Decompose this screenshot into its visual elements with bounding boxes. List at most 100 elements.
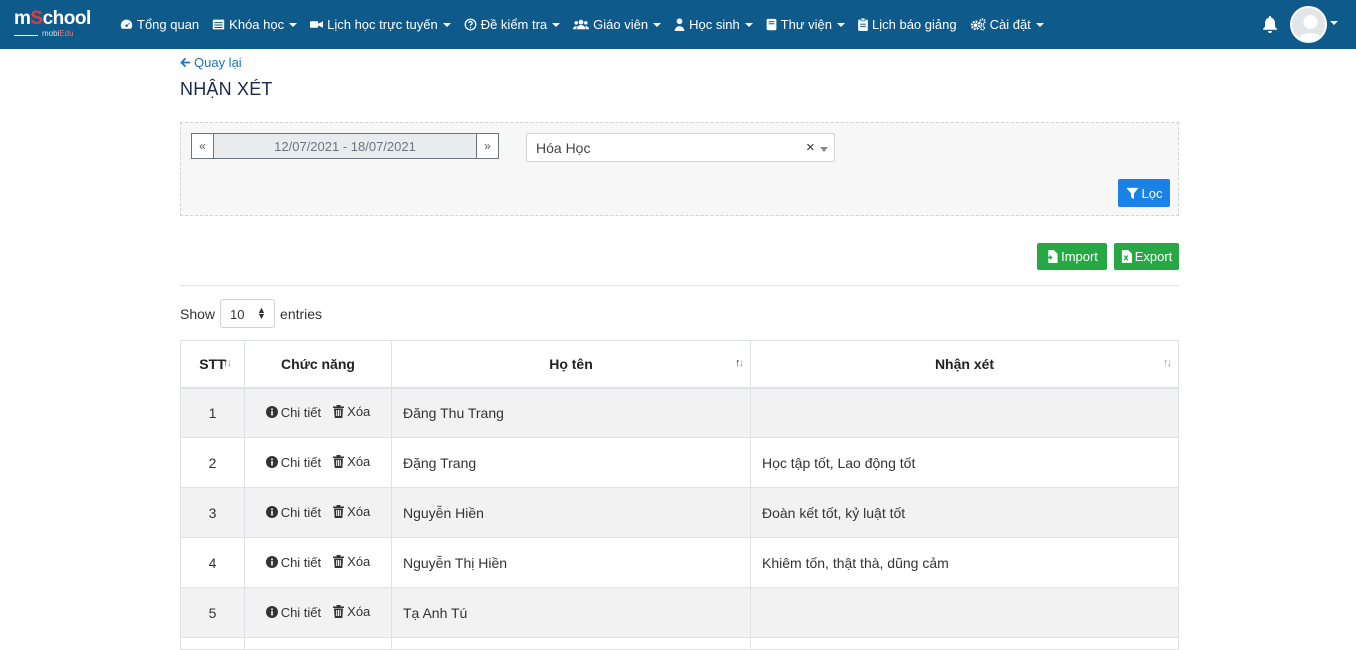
- nav-item-label: Giáo viên: [593, 17, 649, 32]
- detail-button[interactable]: Chi tiết: [265, 555, 321, 570]
- info-circle-icon: [265, 506, 278, 518]
- export-button[interactable]: Export: [1114, 243, 1179, 270]
- info-circle-icon: [265, 406, 278, 419]
- clear-icon[interactable]: ×: [806, 139, 815, 156]
- filter-button[interactable]: Lọc: [1118, 179, 1170, 207]
- detail-button[interactable]: Chi tiết: [265, 405, 321, 420]
- cell-name: Đặng Trang: [391, 437, 751, 488]
- chevron-down-icon: [837, 22, 846, 27]
- cell-note: [750, 387, 1179, 438]
- cell-stt: 4: [180, 537, 245, 588]
- cell-name: Tạ Anh Tú: [391, 587, 751, 638]
- info-circle-icon: [265, 556, 278, 568]
- nav-item-lich-bao-giang[interactable]: Lịch báo giảng: [858, 17, 957, 32]
- chevron-down-icon: [442, 22, 451, 27]
- prev-week-button[interactable]: «: [191, 133, 214, 159]
- table-row: 2 Chi tiết Xóa Đặng Trang Học tập tốt, Lao đ…: [180, 437, 1179, 488]
- sort-icon: ↑↓: [735, 357, 744, 369]
- nav-item-label: Tổng quan: [137, 17, 200, 32]
- file-import-icon: [1046, 250, 1058, 263]
- user-avatar-icon: [1292, 8, 1325, 41]
- logo-subtext: mobiEdu: [42, 29, 74, 38]
- mschool-logo[interactable]: mSchool mobiEdu: [14, 9, 102, 41]
- trash-icon: [333, 605, 345, 618]
- nav-item-tong-quan[interactable]: Tổng quan: [120, 17, 199, 32]
- dashboard-icon: [120, 19, 133, 29]
- detail-button[interactable]: Chi tiết: [265, 605, 321, 620]
- chevron-down-icon: [744, 22, 753, 27]
- nav-item-khoa-hoc[interactable]: Khóa học: [212, 17, 298, 32]
- nav-item-label: Thư viện: [780, 17, 833, 32]
- cell-stt: 3: [180, 487, 245, 538]
- entries-select-value: 10: [230, 307, 245, 322]
- info-circle-icon: [265, 606, 278, 618]
- cell-actions: Chi tiết Xóa: [244, 537, 392, 588]
- avatar[interactable]: [1290, 6, 1327, 43]
- subject-select[interactable]: Hóa Học ×: [526, 133, 835, 162]
- cell-name: Đăng Thu Trang: [391, 387, 751, 438]
- main-menu: Tổng quan Khóa học Lịch học trực tuyến Đ…: [120, 0, 1057, 49]
- user-icon: [674, 18, 685, 31]
- nav-item-cai-dat[interactable]: Cài đặt: [970, 17, 1044, 32]
- back-link-label: Quay lại: [194, 55, 242, 70]
- delete-button[interactable]: Xóa: [333, 404, 370, 419]
- filter-button-label: Lọc: [1141, 185, 1163, 201]
- subject-select-value: Hóa Học: [536, 140, 591, 156]
- next-week-button[interactable]: »: [476, 133, 499, 159]
- column-header-note[interactable]: Nhận xét ↑↓: [750, 340, 1179, 389]
- nav-item-thu-vien[interactable]: Thư viện: [766, 17, 846, 32]
- filter-panel: « 12/07/2021 - 18/07/2021 » Hóa Học × Lọ…: [180, 122, 1179, 216]
- entries-length-control: Show 10 ▲ ▼ entries: [180, 299, 322, 328]
- chevron-down-icon[interactable]: [1330, 21, 1338, 25]
- chevron-down-icon[interactable]: [820, 147, 828, 152]
- nav-item-label: Lịch báo giảng: [872, 17, 957, 32]
- info-circle-icon: [265, 456, 278, 468]
- cell-note: Khiêm tốn, thật thà, dũng cảm: [750, 537, 1179, 588]
- cell-actions: Chi tiết Xóa: [244, 587, 392, 638]
- top-navbar: mSchool mobiEdu Tổng quan Khóa học Lịch …: [0, 0, 1356, 49]
- detail-button[interactable]: Chi tiết: [265, 505, 321, 520]
- chevron-down-icon: [289, 22, 298, 27]
- entries-select[interactable]: 10 ▲ ▼: [220, 299, 276, 328]
- nav-item-label: Lịch học trực tuyến: [327, 17, 438, 32]
- nav-item-hoc-sinh[interactable]: Học sinh: [674, 17, 753, 32]
- chevron-down-icon: [1035, 22, 1044, 27]
- show-label: Show: [180, 305, 216, 322]
- chevron-down-icon: [552, 22, 561, 27]
- sort-icon: ↑↓: [223, 357, 232, 369]
- delete-button[interactable]: Xóa: [333, 454, 370, 469]
- nav-item-giao-vien[interactable]: Giáo viên: [573, 17, 662, 32]
- cell-actions: Chi tiết Xóa: [244, 437, 392, 488]
- delete-button[interactable]: Xóa: [333, 604, 370, 619]
- table-row: [180, 637, 1179, 650]
- bell-icon[interactable]: [1262, 15, 1278, 33]
- date-range-picker: « 12/07/2021 - 18/07/2021 »: [191, 133, 499, 159]
- trash-icon: [333, 455, 345, 468]
- cell-name: Nguyễn Hiền: [391, 487, 751, 538]
- delete-button[interactable]: Xóa: [333, 554, 370, 569]
- nav-item-de-kiem-tra[interactable]: Đề kiểm tra: [464, 17, 561, 32]
- import-button[interactable]: Import: [1037, 243, 1107, 270]
- nav-item-label: Học sinh: [689, 17, 740, 32]
- nav-item-lich-hoc-truc-tuyen[interactable]: Lịch học trực tuyến: [310, 17, 451, 32]
- trash-icon: [333, 555, 345, 568]
- table-header-row: STT ↑↓ Chức năng Họ tên ↑↓ Nhận xét ↑↓: [180, 340, 1179, 389]
- trash-icon: [333, 505, 345, 518]
- page-title: NHẬN XÉT: [180, 79, 273, 99]
- column-header-function: Chức năng: [244, 340, 392, 389]
- cell-note: [750, 587, 1179, 638]
- nav-item-label: Khóa học: [229, 17, 285, 32]
- column-header-name[interactable]: Họ tên ↑↓: [391, 340, 751, 389]
- chevron-down-icon: [653, 22, 662, 27]
- delete-button[interactable]: Xóa: [333, 504, 370, 519]
- comments-table: STT ↑↓ Chức năng Họ tên ↑↓ Nhận xét ↑↓ 1…: [180, 340, 1179, 650]
- table-row: 5 Chi tiết Xóa Tạ Anh Tú: [180, 587, 1179, 638]
- book-icon: [766, 18, 777, 31]
- clipboard-icon: [858, 18, 868, 31]
- back-link[interactable]: Quay lại: [180, 55, 242, 70]
- date-range-input[interactable]: 12/07/2021 - 18/07/2021: [214, 133, 476, 159]
- arrow-left-icon: [180, 57, 191, 68]
- detail-button[interactable]: Chi tiết: [265, 455, 321, 470]
- nav-item-label: Cài đặt: [989, 17, 1031, 32]
- column-header-stt[interactable]: STT ↑↓: [180, 340, 245, 389]
